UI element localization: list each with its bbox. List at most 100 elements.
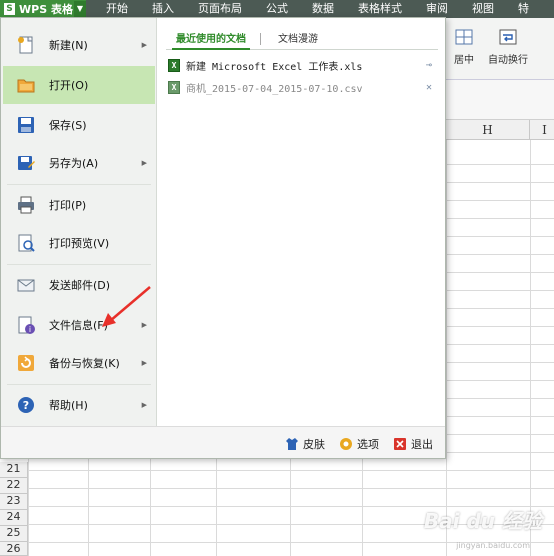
menu-item-label: 新建 [49,39,71,52]
chevron-right-icon: ▶ [141,401,147,409]
grid-line [0,470,554,471]
file-menu-footer: 皮肤 选项 退出 [1,426,445,458]
menu-item-print[interactable]: 打印 (P) [3,186,155,224]
remove-icon[interactable]: ✕ [426,82,432,93]
row-header-24[interactable]: 24 [0,510,28,526]
menu-item-help[interactable]: ? 帮助 (H) ▶ [3,386,155,424]
row-header-21[interactable]: 21 [0,462,28,478]
tab-divider [260,33,261,45]
recent-file-item[interactable]: X 新建 Microsoft Excel 工作表.xls ⊸ [168,56,438,74]
help-icon: ? [15,394,37,416]
wrap-text-button[interactable]: 自动换行 [486,28,530,66]
menu-item-label: 帮助 [49,399,71,412]
menu-separator [7,384,151,385]
tab-data[interactable]: 数据 [300,0,346,18]
chevron-right-icon: ▶ [141,159,147,167]
gear-icon [339,437,353,451]
wrap-text-icon [499,29,517,45]
annotation-arrow-icon [102,286,151,327]
menu-item-save[interactable]: 保存 (S) [3,106,155,144]
skin-button[interactable]: 皮肤 [285,436,325,452]
pin-icon[interactable]: ⊸ [426,60,432,71]
tab-page-layout[interactable]: 页面布局 [186,0,254,18]
baidu-watermark: Bai du 经验 [423,509,542,533]
row-header-26[interactable]: 26 [0,542,28,556]
tab-special[interactable]: 特 [506,0,541,18]
menu-item-backup-restore[interactable]: 备份与恢复 (K) ▶ [3,344,155,382]
menu-item-label: 另存为 [49,157,82,170]
menu-item-key: (P) [71,198,87,212]
grid-line [446,140,447,556]
open-folder-icon [15,74,37,96]
menu-item-new[interactable]: 新建 (N) ▶ [3,26,155,64]
menu-item-label: 发送邮件 [49,279,93,292]
backup-icon [15,352,37,374]
close-icon [393,437,407,451]
file-menu-panel: 新建 (N) ▶ 打开 (O) 保存 (S) 另存为 (A) ▶ 打印 (P) … [0,17,446,459]
row-header-25[interactable]: 25 [0,526,28,542]
svg-text:?: ? [23,399,29,412]
menu-item-key: (S) [71,118,87,132]
options-label: 选项 [357,438,379,451]
tab-home[interactable]: 开始 [86,0,140,18]
menu-separator [7,184,151,185]
wrap-text-label: 自动换行 [488,55,528,66]
menu-item-key: (O) [71,78,89,92]
new-doc-icon [15,34,37,56]
skin-label: 皮肤 [303,438,325,451]
file-info-icon: i [15,314,37,336]
recent-documents-pane: 最近使用的文档 文档漫游 X 新建 Microsoft Excel 工作表.xl… [158,18,445,426]
menu-item-key: (A) [82,156,99,170]
grid-line [0,488,554,489]
wps-logo-icon: S [4,3,15,15]
options-button[interactable]: 选项 [339,436,379,452]
excel-file-icon: X [168,58,180,72]
menu-item-label: 打开 [49,79,71,92]
menu-item-label: 备份与恢复 [49,357,104,370]
save-icon [15,114,37,136]
tab-formula[interactable]: 公式 [254,0,300,18]
menu-item-key: (N) [71,38,88,52]
exit-button[interactable]: 退出 [393,436,433,452]
recent-file-name: 新建 Microsoft Excel 工作表.xls [186,61,363,73]
file-menu-commands: 新建 (N) ▶ 打开 (O) 保存 (S) 另存为 (A) ▶ 打印 (P) … [1,18,157,426]
chevron-right-icon: ▶ [141,359,147,367]
tab-document-roaming[interactable]: 文档漫游 [278,32,318,50]
row-header-23[interactable]: 23 [0,494,28,510]
print-icon [15,194,37,216]
chevron-right-icon: ▶ [141,41,147,49]
tab-insert[interactable]: 插入 [140,0,186,18]
tab-view[interactable]: 视图 [460,0,506,18]
menu-item-label: 保存 [49,119,71,132]
column-header-i[interactable]: I [530,120,554,140]
save-as-icon [15,152,37,174]
merge-center-label: 居中 [454,55,474,66]
recent-file-item[interactable]: X 商机_2015-07-04_2015-07-10.csv ✕ [168,78,438,96]
mail-icon [15,274,37,296]
menu-item-key: (V) [93,236,110,250]
row-header-22[interactable]: 22 [0,478,28,494]
menu-item-label: 文件信息 [49,319,93,332]
merge-cells-icon [455,29,473,45]
recent-tabs: 最近使用的文档 文档漫游 [166,30,438,50]
menu-item-save-as[interactable]: 另存为 (A) ▶ [3,144,155,182]
column-header-h[interactable]: H [446,120,530,140]
tab-table-style[interactable]: 表格样式 [346,0,414,18]
csv-file-icon: X [168,80,180,94]
shirt-icon [285,437,299,451]
app-menu-button[interactable]: S WPS 表格 ▼ [0,0,86,18]
merge-center-button[interactable]: 居中 [446,28,482,66]
svg-text:i: i [29,325,31,334]
menu-item-print-preview[interactable]: 打印预览 (V) [3,224,155,262]
menu-item-label: 打印 [49,199,71,212]
menu-item-open[interactable]: 打开 (O) [3,66,155,104]
tab-review[interactable]: 审阅 [414,0,460,18]
menu-bar: S WPS 表格 ▼ 开始 插入 页面布局 公式 数据 表格样式 审阅 视图 特 [0,0,554,18]
print-preview-icon [15,232,37,254]
recent-file-name: 商机_2015-07-04_2015-07-10.csv [186,83,363,95]
chevron-down-icon[interactable]: ▼ [74,1,86,17]
menu-item-label: 打印预览 [49,237,93,250]
tab-recent-documents[interactable]: 最近使用的文档 [172,32,250,50]
baidu-watermark-sub: jingyan.baidu.com [456,541,530,550]
menu-item-key: (H) [71,398,88,412]
